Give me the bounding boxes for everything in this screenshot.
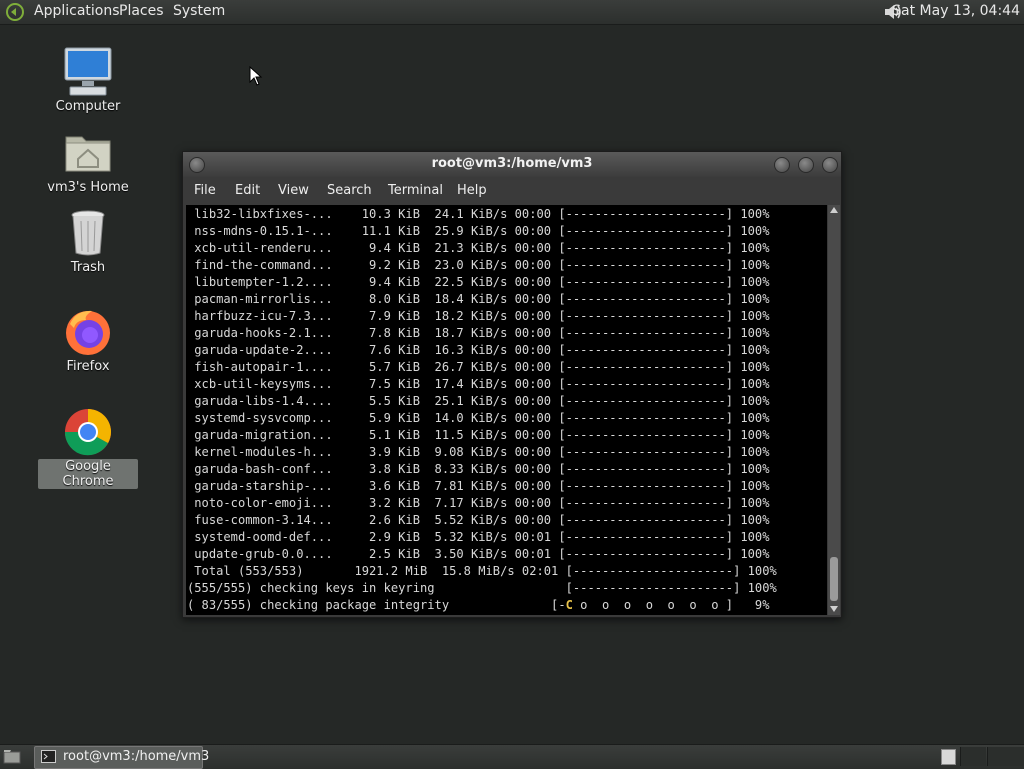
progress-prefix: ( 83/555) checking package integrity [- xyxy=(187,598,566,612)
desktop-icon-computer[interactable]: Computer xyxy=(38,46,138,114)
bottom-panel: root@vm3:/home/vm3 xyxy=(0,744,1024,769)
scroll-down-arrow-icon[interactable] xyxy=(830,606,838,612)
show-desktop-icon[interactable] xyxy=(3,749,21,764)
computer-icon xyxy=(64,47,112,96)
menu-help[interactable]: Help xyxy=(457,183,487,198)
desktop-icon-label: vm3's Home xyxy=(47,180,129,195)
terminal-line: fuse-common-3.14... 2.6 KiB 5.52 KiB/s 0… xyxy=(187,513,770,527)
chrome-icon xyxy=(64,409,111,456)
desktop-icon-chrome[interactable]: Google Chrome xyxy=(38,406,138,489)
desktop-icon-label: Computer xyxy=(55,99,121,114)
workspace-1[interactable] xyxy=(941,749,956,765)
close-button[interactable] xyxy=(822,157,838,173)
terminal-line: noto-color-emoji... 3.2 KiB 7.17 KiB/s 0… xyxy=(187,496,770,510)
terminal-line: garuda-migration... 5.1 KiB 11.5 KiB/s 0… xyxy=(187,428,770,442)
home-folder-icon xyxy=(65,136,111,172)
firefox-icon xyxy=(66,310,110,355)
menu-edit[interactable]: Edit xyxy=(235,183,260,198)
minimize-button[interactable] xyxy=(774,157,790,173)
terminal-menubar: File Edit View Search Terminal Help xyxy=(183,177,841,204)
desktop-icon-label: Firefox xyxy=(66,359,110,374)
terminal-line: harfbuzz-icu-7.3... 7.9 KiB 18.2 KiB/s 0… xyxy=(187,309,770,323)
terminal-line: garuda-starship-... 3.6 KiB 7.81 KiB/s 0… xyxy=(187,479,770,493)
pacman-icon: C xyxy=(565,598,573,612)
mouse-cursor-icon xyxy=(249,66,263,86)
garuda-logo-icon[interactable] xyxy=(5,2,25,22)
taskbar-item-terminal[interactable]: root@vm3:/home/vm3 xyxy=(34,746,209,769)
terminal-line: update-grub-0.0.... 2.5 KiB 3.50 KiB/s 0… xyxy=(187,547,770,561)
progress-suffix: o o o o o o o ] 9% xyxy=(572,598,770,612)
taskbar-item-label: root@vm3:/home/vm3 xyxy=(63,749,210,764)
workspace-2[interactable] xyxy=(960,747,986,766)
terminal-window[interactable]: root@vm3:/home/vm3 File Edit View Search… xyxy=(182,151,842,618)
terminal-line: (555/555) checking keys in keyring [----… xyxy=(187,581,777,595)
terminal-line: fish-autopair-1.... 5.7 KiB 26.7 KiB/s 0… xyxy=(187,360,770,374)
menu-applications[interactable]: Applications xyxy=(34,3,120,19)
terminal-line: garuda-hooks-2.1... 7.8 KiB 18.7 KiB/s 0… xyxy=(187,326,770,340)
window-menu-button[interactable] xyxy=(189,157,205,173)
terminal-output[interactable]: lib32-libxfixes-... 10.3 KiB 24.1 KiB/s … xyxy=(186,205,827,615)
desktop-icon-firefox[interactable]: Firefox xyxy=(38,306,138,374)
terminal-scrollbar[interactable] xyxy=(828,205,840,615)
menu-terminal[interactable]: Terminal xyxy=(388,183,443,198)
menu-search[interactable]: Search xyxy=(327,183,372,198)
terminal-line: xcb-util-keysyms... 7.5 KiB 17.4 KiB/s 0… xyxy=(187,377,770,391)
desktop-icon-label: Google Chrome xyxy=(38,459,138,489)
terminal-line: lib32-libxfixes-... 10.3 KiB 24.1 KiB/s … xyxy=(187,207,770,221)
maximize-button[interactable] xyxy=(798,157,814,173)
menu-system[interactable]: System xyxy=(173,3,225,19)
terminal-line: garuda-update-2.... 7.6 KiB 16.3 KiB/s 0… xyxy=(187,343,770,357)
terminal-line: xcb-util-renderu... 9.4 KiB 21.3 KiB/s 0… xyxy=(187,241,770,255)
terminal-line: Total (553/553) 1921.2 MiB 15.8 MiB/s 02… xyxy=(187,564,777,578)
scroll-up-arrow-icon[interactable] xyxy=(830,207,838,213)
terminal-icon xyxy=(41,750,56,763)
desktop-icon-home[interactable]: vm3's Home xyxy=(38,127,138,195)
terminal-line: pacman-mirrorlis... 8.0 KiB 18.4 KiB/s 0… xyxy=(187,292,770,306)
terminal-line: kernel-modules-h... 3.9 KiB 9.08 KiB/s 0… xyxy=(187,445,770,459)
scrollbar-thumb[interactable] xyxy=(830,557,838,601)
menu-file[interactable]: File xyxy=(194,183,216,198)
menu-view[interactable]: View xyxy=(278,183,309,198)
trash-icon xyxy=(71,210,105,256)
desktop-icon-label: Trash xyxy=(70,260,106,275)
terminal-line: systemd-oomd-def... 2.9 KiB 5.32 KiB/s 0… xyxy=(187,530,770,544)
top-panel: Applications Places System Sat May 13, 0… xyxy=(0,0,1024,25)
terminal-line: systemd-sysvcomp... 5.9 KiB 14.0 KiB/s 0… xyxy=(187,411,770,425)
workspace-3[interactable] xyxy=(987,747,1024,766)
terminal-line: nss-mdns-0.15.1-... 11.1 KiB 25.9 KiB/s … xyxy=(187,224,770,238)
panel-clock[interactable]: Sat May 13, 04:44 xyxy=(892,3,1020,19)
terminal-line: libutempter-1.2.... 9.4 KiB 22.5 KiB/s 0… xyxy=(187,275,770,289)
window-titlebar[interactable]: root@vm3:/home/vm3 xyxy=(183,152,841,177)
window-title: root@vm3:/home/vm3 xyxy=(431,156,593,171)
terminal-progress-line: ( 83/555) checking package integrity [-C… xyxy=(187,598,770,612)
desktop-icon-trash[interactable]: Trash xyxy=(38,207,138,275)
terminal-line: garuda-bash-conf... 3.8 KiB 8.33 KiB/s 0… xyxy=(187,462,770,476)
terminal-line: find-the-command... 9.2 KiB 23.0 KiB/s 0… xyxy=(187,258,770,272)
menu-places[interactable]: Places xyxy=(119,3,164,19)
terminal-line: garuda-libs-1.4.... 5.5 KiB 25.1 KiB/s 0… xyxy=(187,394,770,408)
